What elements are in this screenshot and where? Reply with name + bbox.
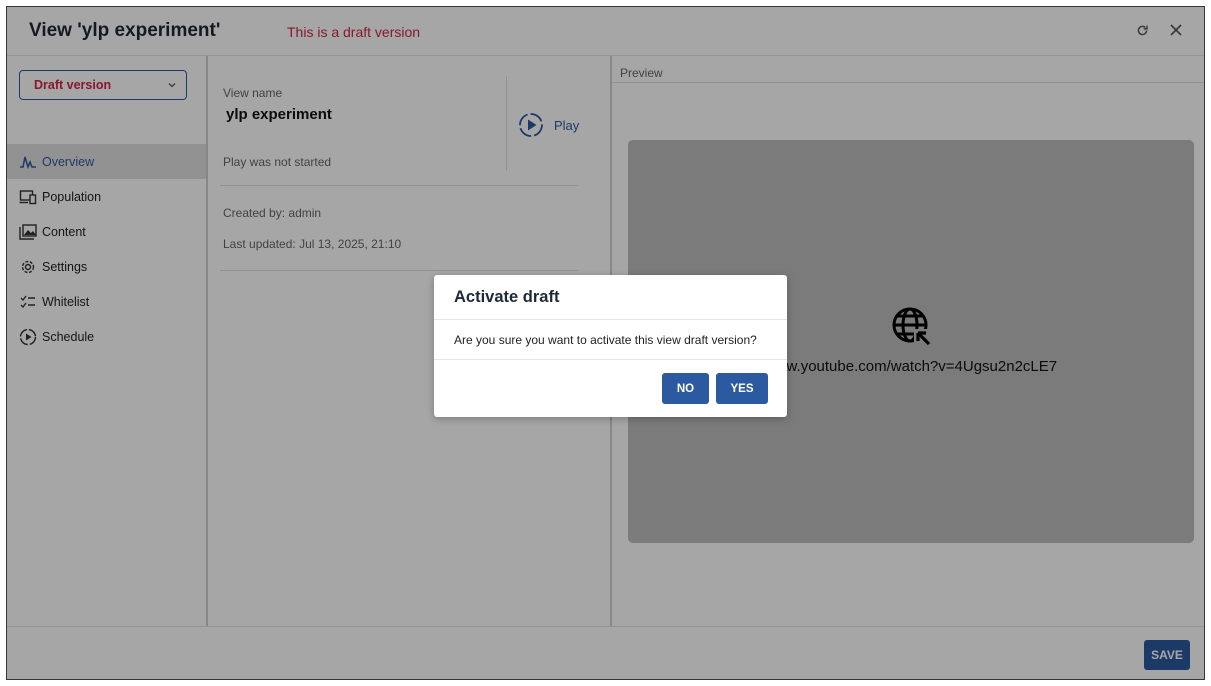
activate-draft-modal: Activate draft Are you sure you want to … xyxy=(434,275,787,417)
yes-button[interactable]: YES xyxy=(716,373,768,404)
modal-title: Activate draft xyxy=(454,288,560,306)
no-button[interactable]: NO xyxy=(662,373,709,404)
divider xyxy=(434,359,787,360)
divider xyxy=(434,319,787,320)
modal-message: Are you sure you want to activate this v… xyxy=(454,333,757,347)
